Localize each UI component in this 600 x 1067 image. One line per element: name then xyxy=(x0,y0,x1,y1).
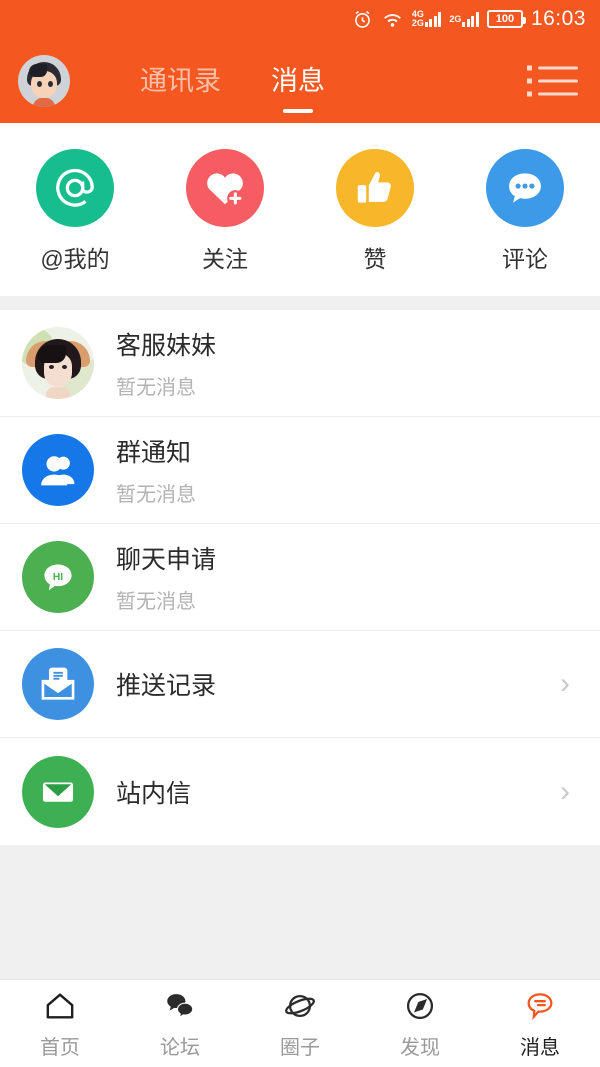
list-item-title: 客服妹妹 xyxy=(116,332,217,360)
quick-action-at-me[interactable]: @我的 xyxy=(20,149,130,274)
list-item-subtitle: 暂无消息 xyxy=(116,591,196,613)
nav-item-home[interactable]: 首页 xyxy=(0,988,120,1060)
group-users-icon xyxy=(22,434,94,506)
quick-action-label: 赞 xyxy=(363,246,387,272)
chevron-right-icon: › xyxy=(560,667,570,700)
quick-actions-bar: @我的 关注 赞 评论 xyxy=(0,123,600,296)
nav-label: 发现 xyxy=(400,1036,440,1059)
quick-action-label: 关注 xyxy=(202,246,248,272)
list-item[interactable]: 群通知 暂无消息 xyxy=(0,417,600,524)
signal2-label: 2G xyxy=(449,13,462,24)
list-item-title: 推送记录 xyxy=(116,672,217,700)
nav-item-discover[interactable]: 发现 xyxy=(360,988,480,1060)
chevron-right-icon: › xyxy=(560,774,570,808)
app-screen: 4G 2G 2G 100 16:03 通讯录 消息 @我的 关注 赞 评论 客服… xyxy=(0,0,600,1067)
envelope-icon xyxy=(22,755,94,828)
alarm-clock-icon xyxy=(352,9,373,30)
inbox-letter-icon xyxy=(22,648,94,720)
home-icon xyxy=(43,988,77,1024)
list-item-title: 群通知 xyxy=(116,439,192,467)
list-item[interactable]: HI 聊天申请 暂无消息 xyxy=(0,524,600,631)
battery-icon: 100 xyxy=(486,10,526,28)
header-tabs: 通讯录 消息 xyxy=(140,59,325,102)
list-item[interactable]: 站内信 › xyxy=(0,738,600,845)
comment-dots-icon xyxy=(486,149,564,227)
planet-icon xyxy=(283,988,317,1024)
heart-plus-icon xyxy=(186,149,264,227)
nav-item-forum[interactable]: 论坛 xyxy=(120,988,240,1060)
tab-contacts[interactable]: 通讯录 xyxy=(140,59,221,102)
clock-time: 16:03 xyxy=(530,7,586,30)
list-item-subtitle: 暂无消息 xyxy=(116,377,196,399)
list-item[interactable]: 推送记录 › xyxy=(0,631,600,738)
battery-level: 100 xyxy=(495,12,515,25)
quick-action-label: 评论 xyxy=(502,246,548,272)
message-list: 客服妹妹 暂无消息 群通知 暂无消息 HI 聊天申请 暂无消息 推送记录 › 站… xyxy=(0,310,600,845)
at-icon xyxy=(36,149,114,227)
signal-2g-icon: 2G xyxy=(449,11,479,27)
quick-action-follow[interactable]: 关注 xyxy=(170,149,280,274)
nav-label: 圈子 xyxy=(280,1036,320,1059)
photo-avatar xyxy=(22,327,94,399)
nav-label: 首页 xyxy=(40,1036,80,1059)
empty-area xyxy=(0,845,600,987)
hi-bubble-icon: HI xyxy=(22,541,94,613)
signal-2g-label: 2G xyxy=(411,18,424,28)
quick-action-label: @我的 xyxy=(40,246,110,272)
list-item-subtitle: 暂无消息 xyxy=(116,484,196,506)
signal-4g-2g-icon: 4G 2G xyxy=(412,10,442,28)
status-bar: 4G 2G 2G 100 16:03 xyxy=(0,0,600,38)
wifi-icon xyxy=(381,10,404,29)
chat-bubbles-icon xyxy=(163,988,197,1024)
nav-label: 论坛 xyxy=(160,1036,200,1059)
list-item[interactable]: 客服妹妹 暂无消息 xyxy=(0,310,600,417)
avatar[interactable] xyxy=(18,54,70,107)
list-menu-icon[interactable] xyxy=(527,65,578,96)
message-bubble-icon xyxy=(523,988,557,1024)
list-item-title: 聊天申请 xyxy=(116,546,217,574)
hi-badge-text: HI xyxy=(53,572,63,583)
list-item-title: 站内信 xyxy=(116,779,192,808)
section-divider xyxy=(0,296,600,310)
compass-icon xyxy=(403,988,437,1024)
bottom-navigation: 首页 论坛 圈子 发现 消息 xyxy=(0,979,600,1067)
app-header: 通讯录 消息 xyxy=(0,38,600,123)
nav-item-circles[interactable]: 圈子 xyxy=(240,988,360,1060)
nav-label: 消息 xyxy=(520,1036,560,1059)
thumbs-up-icon xyxy=(336,149,414,227)
nav-item-messages[interactable]: 消息 xyxy=(480,988,600,1060)
quick-action-comments[interactable]: 评论 xyxy=(470,149,580,274)
tab-messages[interactable]: 消息 xyxy=(271,59,325,102)
quick-action-likes[interactable]: 赞 xyxy=(320,149,430,274)
